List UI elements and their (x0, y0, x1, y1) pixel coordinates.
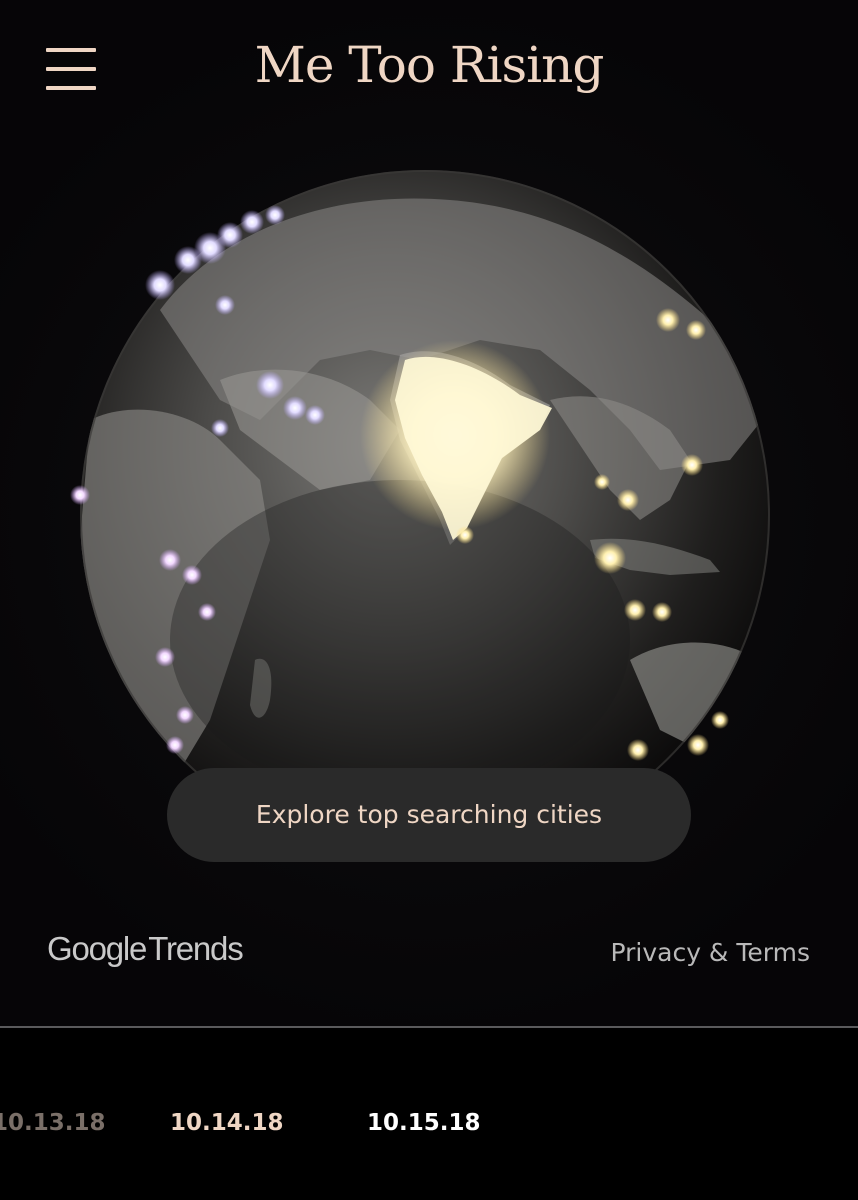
privacy-terms-link[interactable]: Privacy & Terms (610, 938, 810, 967)
date-timeline[interactable]: 10.13.18 10.14.18 10.15.18 (0, 1028, 858, 1200)
timeline-date-selected[interactable]: 10.15.18 (367, 1110, 481, 1136)
timeline-date[interactable]: 10.13.18 (0, 1110, 106, 1136)
timeline-date[interactable]: 10.14.18 (170, 1110, 284, 1136)
google-trends-logo[interactable]: GoogleTrends (47, 930, 244, 974)
google-trends-brand-trends: Trends (148, 930, 244, 967)
site-title: Me Too Rising (254, 36, 605, 94)
explore-cities-button[interactable]: Explore top searching cities (167, 768, 691, 862)
google-trends-brand-google: Google (47, 930, 147, 967)
page: Me Too Rising Explore top searching citi… (0, 0, 858, 1200)
